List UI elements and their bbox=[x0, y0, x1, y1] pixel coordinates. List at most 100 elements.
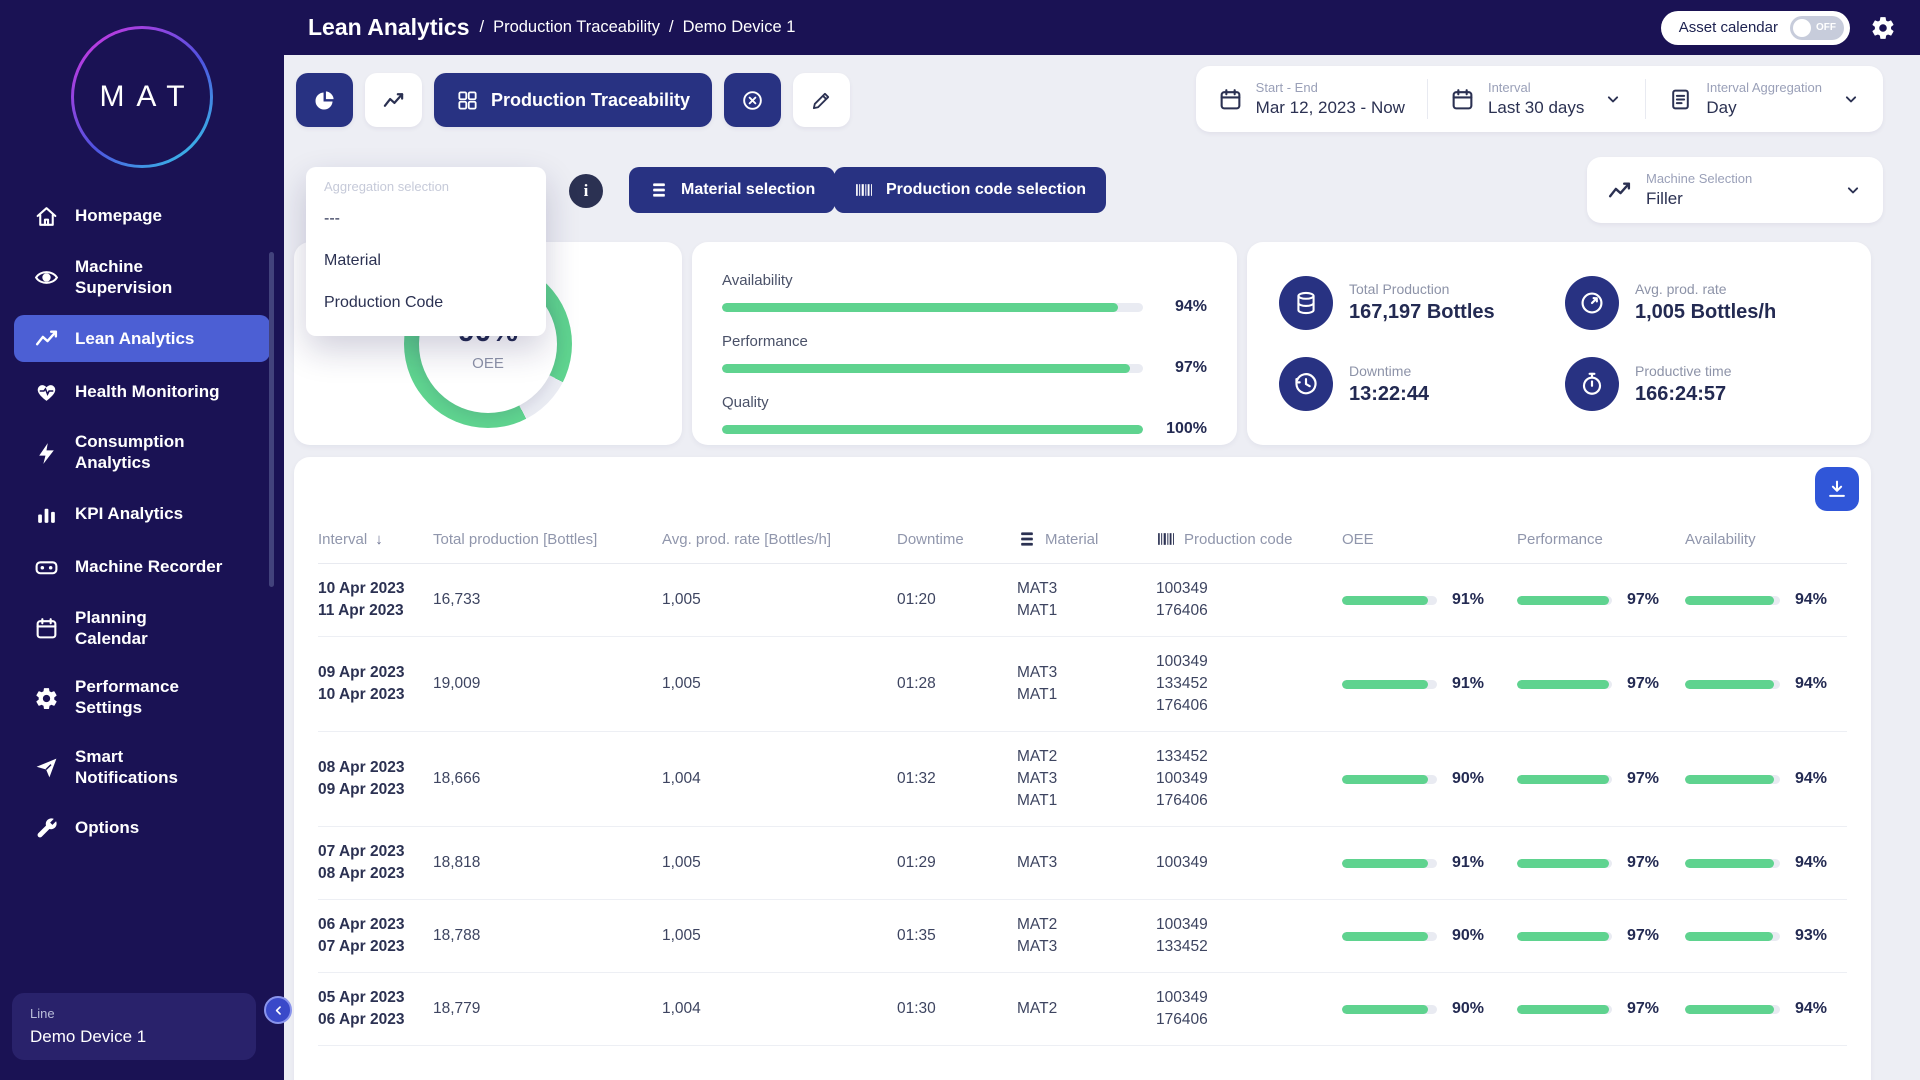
kpi-bar-label: Performance bbox=[722, 333, 1207, 350]
info-button[interactable]: i bbox=[569, 174, 603, 208]
dropdown-option[interactable]: --- bbox=[306, 198, 546, 240]
production-traceability-button[interactable]: Production Traceability bbox=[434, 73, 712, 127]
stat-label: Total Production bbox=[1349, 281, 1495, 297]
progress-bar bbox=[1342, 1005, 1437, 1014]
table-row[interactable]: 05 Apr 202306 Apr 202318,7791,00401:30MA… bbox=[318, 973, 1847, 1046]
cell-production-code: 100349 bbox=[1156, 852, 1342, 874]
table-row[interactable]: 07 Apr 202308 Apr 202318,8181,00501:29MA… bbox=[318, 827, 1847, 900]
stat-label: Downtime bbox=[1349, 363, 1429, 379]
kpi-bars-card: Availability94%Performance97%Quality100% bbox=[692, 242, 1237, 445]
chevron-down-icon bbox=[1843, 180, 1863, 200]
column-header-label: Production code bbox=[1184, 531, 1292, 548]
interval-label: Interval bbox=[1488, 80, 1584, 95]
percent-cell: 97% bbox=[1517, 768, 1685, 790]
stat-label: Avg. prod. rate bbox=[1635, 281, 1776, 297]
dropdown-option[interactable]: Production Code bbox=[306, 282, 546, 324]
sidebar-item-planning-calendar[interactable]: Planning Calendar bbox=[14, 597, 270, 660]
percent-cell: 91% bbox=[1342, 589, 1517, 611]
cell-interval: 07 Apr 202308 Apr 2023 bbox=[318, 841, 433, 885]
start-end-filter[interactable]: Start - End Mar 12, 2023 - Now bbox=[1196, 80, 1427, 118]
percent-value: 97% bbox=[1627, 852, 1659, 874]
send-icon bbox=[34, 755, 59, 780]
barcode-icon bbox=[1156, 529, 1176, 549]
sidebar-item-kpi-analytics[interactable]: KPI Analytics bbox=[14, 491, 270, 538]
cell-material: MAT2MAT3MAT1 bbox=[1017, 746, 1156, 812]
settings-gear-icon[interactable] bbox=[1870, 15, 1896, 41]
sidebar-item-lean-analytics[interactable]: Lean Analytics bbox=[14, 315, 270, 362]
percent-value: 97% bbox=[1627, 925, 1659, 947]
breadcrumb-item[interactable]: Demo Device 1 bbox=[683, 18, 796, 37]
sidebar-scrollbar[interactable] bbox=[269, 252, 274, 587]
sidebar-item-options[interactable]: Options bbox=[14, 805, 270, 852]
sidebar-item-machine-recorder[interactable]: Machine Recorder bbox=[14, 544, 270, 591]
material-selection-button[interactable]: Material selection bbox=[629, 167, 835, 213]
progress-bar bbox=[1517, 1005, 1612, 1014]
sidebar-item-consumption-analytics[interactable]: Consumption Analytics bbox=[14, 421, 270, 484]
breadcrumb-item[interactable]: Production Traceability bbox=[493, 18, 660, 37]
download-button[interactable] bbox=[1815, 467, 1859, 511]
sidebar-item-label: Homepage bbox=[75, 206, 162, 227]
production-code-selection-button[interactable]: Production code selection bbox=[834, 167, 1106, 213]
percent-value: 90% bbox=[1452, 768, 1484, 790]
start-end-value: Mar 12, 2023 - Now bbox=[1256, 98, 1405, 118]
column-header-label: Total production [Bottles] bbox=[433, 531, 597, 548]
progress-bar bbox=[1685, 932, 1780, 941]
sidebar-item-label: Machine Supervision bbox=[75, 257, 172, 298]
percent-cell: 90% bbox=[1342, 998, 1517, 1020]
sidebar-item-health-monitoring[interactable]: Health Monitoring bbox=[14, 368, 270, 415]
pie-view-button[interactable] bbox=[296, 73, 353, 127]
toggle-switch[interactable]: OFF bbox=[1790, 16, 1844, 40]
device-card[interactable]: Line Demo Device 1 bbox=[12, 993, 256, 1060]
cell-material: MAT2MAT3 bbox=[1017, 914, 1156, 958]
percent-value: 97% bbox=[1627, 768, 1659, 790]
device-value: Demo Device 1 bbox=[30, 1027, 238, 1047]
traceability-table-card: Interval↓Total production [Bottles] Avg. … bbox=[294, 457, 1871, 1080]
dropdown-option[interactable]: Material bbox=[306, 240, 546, 282]
breadcrumb-separator: / bbox=[479, 18, 484, 37]
logo-ring: MAT bbox=[71, 26, 213, 168]
table-row[interactable]: 08 Apr 202309 Apr 202318,6661,00401:32MA… bbox=[318, 732, 1847, 827]
cell-downtime: 01:32 bbox=[897, 768, 1017, 790]
aggregation-select-dropdown: Aggregation selection ---MaterialProduct… bbox=[306, 167, 546, 336]
stat-value: 1,005 Bottles/h bbox=[1635, 301, 1776, 324]
machine-selection-label: Machine Selection bbox=[1646, 171, 1752, 186]
line-chart-icon bbox=[382, 89, 405, 112]
percent-cell: 90% bbox=[1342, 768, 1517, 790]
column-header-label: Avg. prod. rate [Bottles/h] bbox=[662, 531, 831, 548]
sidebar-item-label: Options bbox=[75, 818, 139, 839]
sidebar-collapse-button[interactable] bbox=[264, 996, 292, 1024]
cell-production-code: 100349176406 bbox=[1156, 578, 1342, 622]
interval-aggregation-filter[interactable]: Interval Aggregation Day bbox=[1646, 80, 1883, 118]
edit-view-button[interactable] bbox=[793, 73, 850, 127]
progress-bar bbox=[1517, 775, 1612, 784]
table-row[interactable]: 06 Apr 202307 Apr 202318,7881,00501:35MA… bbox=[318, 900, 1847, 973]
interval-filter[interactable]: Interval Last 30 days bbox=[1428, 80, 1645, 118]
trend-view-button[interactable] bbox=[365, 73, 422, 127]
sidebar-item-homepage[interactable]: Homepage bbox=[14, 193, 270, 240]
percent-cell: 90% bbox=[1342, 925, 1517, 947]
oee-label: OEE bbox=[472, 355, 504, 372]
sidebar-item-machine-supervision[interactable]: Machine Supervision bbox=[14, 246, 270, 309]
kpi-bar-availability: Availability94% bbox=[722, 272, 1207, 316]
asset-calendar-toggle[interactable]: Asset calendar OFF bbox=[1661, 11, 1850, 45]
percent-value: 97% bbox=[1627, 673, 1659, 695]
interval-value: Last 30 days bbox=[1488, 98, 1584, 118]
table-row[interactable]: 09 Apr 202310 Apr 202319,0091,00501:28MA… bbox=[318, 637, 1847, 732]
view-toolbar: Production Traceability bbox=[296, 73, 850, 127]
sidebar-item-smart-notifications[interactable]: Smart Notifications bbox=[14, 736, 270, 799]
clear-button[interactable] bbox=[724, 73, 781, 127]
breadcrumb: /Production Traceability/Demo Device 1 bbox=[479, 18, 795, 37]
dropdown-options: ---MaterialProduction Code bbox=[306, 198, 546, 324]
table-row[interactable]: 10 Apr 202311 Apr 202316,7331,00501:20MA… bbox=[318, 564, 1847, 637]
sidebar-item-performance-settings[interactable]: Performance Settings bbox=[14, 666, 270, 729]
sidebar: MAT Homepage Machine Supervision Lean Anal… bbox=[0, 0, 284, 1080]
machine-selection-dropdown[interactable]: Machine Selection Filler bbox=[1587, 157, 1883, 223]
cell-total-production: 18,818 bbox=[433, 852, 662, 874]
cell-interval: 09 Apr 202310 Apr 2023 bbox=[318, 662, 433, 706]
progress-bar bbox=[1342, 596, 1437, 605]
progress-bar bbox=[1517, 680, 1612, 689]
recorder-icon bbox=[34, 555, 59, 580]
column-header-label: Availability bbox=[1685, 531, 1756, 548]
column-header-interval[interactable]: Interval↓ bbox=[318, 531, 433, 548]
cell-interval: 06 Apr 202307 Apr 2023 bbox=[318, 914, 433, 958]
